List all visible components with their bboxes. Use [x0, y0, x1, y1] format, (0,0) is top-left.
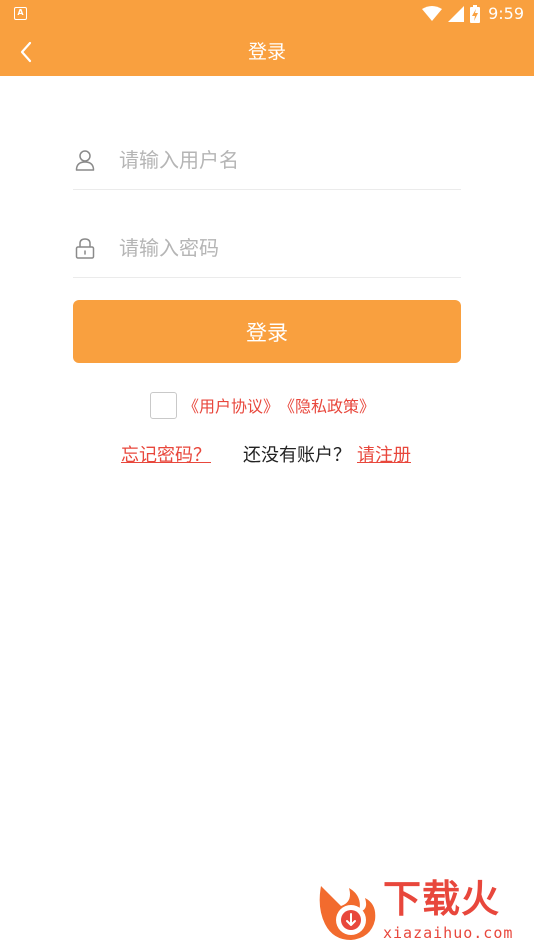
register-link[interactable]: 请注册 — [357, 441, 411, 467]
watermark-url: xiazaihuo.com — [383, 924, 514, 942]
password-input[interactable] — [119, 227, 449, 268]
privacy-policy-link[interactable]: 《隐私政策》 — [279, 393, 375, 417]
no-account-text: 还没有账户？ — [243, 445, 351, 466]
page-title: 登录 — [247, 41, 286, 63]
username-input[interactable] — [119, 139, 449, 180]
password-field — [73, 218, 461, 278]
status-time: 9:59 — [488, 4, 524, 23]
signal-icon — [448, 6, 465, 22]
agreement-checkbox[interactable] — [150, 391, 177, 419]
login-button[interactable]: 登录 — [73, 300, 461, 363]
battery-icon — [470, 5, 481, 23]
app-notification-icon: A — [14, 7, 27, 20]
flame-logo-icon — [319, 886, 376, 940]
agreement-row: 《用户协议》 《隐私政策》 — [150, 391, 375, 419]
account-links: 忘记密码？ 还没有账户？ 请注册 — [0, 439, 534, 467]
watermark-brand: 下载火 — [383, 877, 501, 921]
status-icons: 9:59 — [422, 3, 524, 25]
forgot-password-link[interactable]: 忘记密码？ — [121, 441, 211, 467]
status-bar: A 9:59 — [0, 0, 534, 28]
user-icon — [73, 148, 97, 172]
username-field — [73, 130, 461, 190]
watermark: 下载火 xiazaihuo.com — [315, 877, 530, 946]
wifi-icon — [422, 6, 443, 21]
app-header: 登录 — [0, 28, 534, 76]
user-agreement-link[interactable]: 《用户协议》 — [183, 393, 279, 417]
lock-icon — [73, 236, 97, 260]
